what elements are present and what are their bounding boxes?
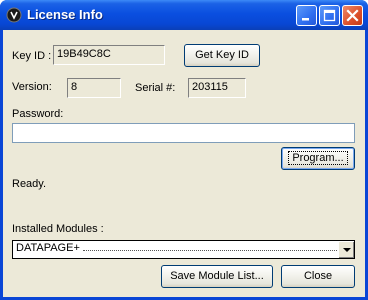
window-title: License Info [27, 7, 103, 22]
get-key-id-button[interactable]: Get Key ID [184, 44, 260, 67]
serial-label: Serial #: [135, 82, 176, 94]
program-button[interactable]: Program... [281, 147, 355, 170]
password-input[interactable] [12, 123, 355, 143]
password-label: Password: [12, 108, 64, 120]
installed-modules-label: Installed Modules : [12, 223, 104, 235]
version-field: 8 [67, 78, 121, 98]
minimize-icon [302, 18, 309, 21]
installed-modules-dropdown[interactable]: DATAPAGE+ [12, 240, 355, 259]
close-button[interactable]: Close [281, 265, 355, 288]
close-icon [346, 9, 359, 22]
chevron-down-icon[interactable] [338, 241, 354, 258]
title-bar[interactable]: License Info [0, 0, 368, 30]
dialog-body: Key ID : 19B49C8C Get Key ID Version: 8 … [3, 30, 365, 297]
save-module-list-label: Save Module List... [170, 270, 264, 282]
key-id-label: Key ID : [12, 50, 52, 62]
maximize-button[interactable] [319, 5, 340, 26]
program-button-label: Program... [288, 151, 348, 165]
close-window-button[interactable] [342, 5, 363, 26]
status-text: Ready. [12, 178, 47, 190]
version-label: Version: [12, 81, 52, 93]
save-module-list-button[interactable]: Save Module List... [161, 265, 273, 288]
serial-field: 203115 [188, 78, 246, 98]
selected-module: DATAPAGE+ [16, 242, 80, 254]
close-button-label: Close [303, 270, 333, 282]
license-info-window: License Info Key ID : 19B49C8C Get Key I… [0, 0, 368, 300]
key-id-field: 19B49C8C [53, 45, 165, 65]
minimize-button[interactable] [296, 5, 317, 26]
get-key-id-label: Get Key ID [195, 49, 249, 61]
maximize-icon [323, 9, 336, 22]
dotted-leader [82, 243, 343, 251]
app-icon [6, 7, 22, 23]
